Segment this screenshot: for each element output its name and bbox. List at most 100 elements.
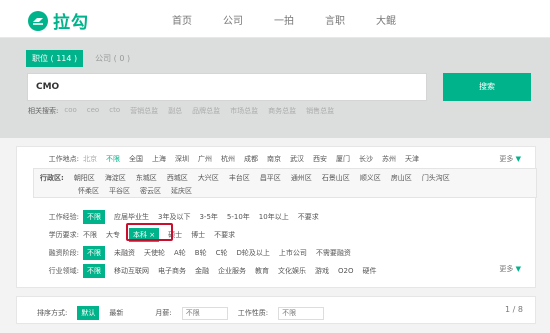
nav-companies[interactable]: 公司 (223, 12, 243, 27)
search-input[interactable]: CMO (27, 73, 427, 101)
funding-option[interactable]: C轮 (216, 248, 228, 258)
district-box: 行政区: 朝阳区 海淀区 东城区 西城区 大兴区 丰台区 昌平区 通州区 石景山… (33, 168, 537, 198)
experience-option-selected[interactable]: 不限 (83, 210, 105, 224)
district-option[interactable]: 怀柔区 (78, 186, 99, 196)
location-option[interactable]: 武汉 (290, 154, 304, 164)
district-option[interactable]: 朝阳区 (74, 173, 95, 183)
location-option[interactable]: 全国 (129, 154, 143, 164)
salary-select[interactable]: 不限 (181, 306, 228, 320)
search-button[interactable]: 搜索 (443, 73, 531, 101)
sort-label: 排序方式: (37, 309, 68, 317)
experience-option[interactable]: 10年以上 (259, 212, 289, 222)
district-option[interactable]: 密云区 (140, 186, 161, 196)
district-option[interactable]: 西城区 (167, 173, 188, 183)
district-option[interactable]: 丰台区 (229, 173, 250, 183)
experience-option[interactable]: 不要求 (298, 212, 319, 222)
location-option[interactable]: 天津 (405, 154, 419, 164)
related-tag[interactable]: cto (109, 106, 120, 116)
experience-label: 工作经验: (48, 213, 79, 221)
location-option[interactable]: 长沙 (359, 154, 373, 164)
related-tag[interactable]: coo (64, 106, 76, 116)
chevron-down-icon: ▼ (515, 155, 521, 163)
related-tag[interactable]: 副总 (168, 106, 182, 116)
experience-option[interactable]: 5-10年 (227, 212, 250, 222)
nav-yipai[interactable]: 一拍 (274, 12, 294, 27)
funding-option[interactable]: 未融资 (114, 248, 135, 258)
education-option[interactable]: 不限 (83, 230, 97, 240)
district-option[interactable]: 平谷区 (109, 186, 130, 196)
industry-option[interactable]: 电子商务 (158, 266, 186, 276)
education-option[interactable]: 博士 (191, 230, 205, 240)
related-tag[interactable]: ceo (87, 106, 99, 116)
district-option[interactable]: 石景山区 (322, 173, 350, 183)
nav-yanzhi[interactable]: 言职 (325, 12, 345, 27)
location-option[interactable]: 西安 (313, 154, 327, 164)
location-option[interactable]: 杭州 (221, 154, 235, 164)
district-option[interactable]: 房山区 (391, 173, 412, 183)
funding-option[interactable]: A轮 (174, 248, 186, 258)
related-tag[interactable]: 市场总监 (230, 106, 258, 116)
nav-home[interactable]: 首页 (172, 12, 192, 27)
tab-positions[interactable]: 职位 ( 114 ) (26, 50, 84, 67)
industry-option[interactable]: 硬件 (362, 266, 376, 276)
nature-select[interactable]: 不限 (278, 306, 325, 320)
industry-option[interactable]: 移动互联网 (114, 266, 149, 276)
industry-option[interactable]: 教育 (255, 266, 269, 276)
funding-option[interactable]: 上市公司 (279, 248, 307, 258)
brand-name: 拉勾 (53, 13, 89, 33)
more-label: 更多 (499, 155, 514, 163)
funding-option-selected[interactable]: 不限 (83, 246, 105, 260)
location-option[interactable]: 苏州 (382, 154, 396, 164)
location-more-button[interactable]: 更多 ▼ (499, 154, 521, 164)
location-option[interactable]: 不限 (106, 154, 120, 164)
district-option[interactable]: 门头沟区 (422, 173, 450, 183)
tab-companies[interactable]: 公司 ( 0 ) (89, 50, 136, 67)
industry-option[interactable]: O2O (338, 267, 353, 275)
nature-label: 工作性质: (237, 309, 269, 317)
experience-option[interactable]: 应届毕业生 (114, 212, 149, 222)
funding-option[interactable]: B轮 (195, 248, 207, 258)
education-option[interactable]: 大专 (106, 230, 120, 240)
sort-default[interactable]: 默认 (77, 306, 100, 320)
related-tag[interactable]: 销售总监 (306, 106, 334, 116)
related-searches: 相关搜索: coo ceo cto 营销总监 副总 品牌总监 市场总监 商务总监… (28, 106, 344, 116)
sort-newest[interactable]: 最新 (109, 308, 123, 318)
district-option[interactable]: 昌平区 (260, 173, 281, 183)
funding-option[interactable]: 天使轮 (144, 248, 165, 258)
funding-option[interactable]: D轮及以上 (237, 248, 270, 258)
location-option[interactable]: 厦门 (336, 154, 350, 164)
related-tag[interactable]: 品牌总监 (192, 106, 220, 116)
industry-option[interactable]: 金融 (195, 266, 209, 276)
district-option[interactable]: 大兴区 (198, 173, 219, 183)
current-city[interactable]: 北京 (83, 154, 97, 164)
lagou-logo-icon (28, 10, 48, 31)
district-option[interactable]: 通州区 (291, 173, 312, 183)
nav-dakun[interactable]: 大鲲 (376, 12, 396, 27)
funding-option[interactable]: 不需要融资 (316, 248, 351, 258)
industry-option[interactable]: 游戏 (315, 266, 329, 276)
district-option[interactable]: 海淀区 (105, 173, 126, 183)
experience-option[interactable]: 3年及以下 (158, 212, 190, 222)
location-option[interactable]: 深圳 (175, 154, 189, 164)
district-option[interactable]: 东城区 (136, 173, 157, 183)
industry-option[interactable]: 文化娱乐 (278, 266, 306, 276)
search-value: CMO (36, 82, 60, 92)
district-option[interactable]: 顺义区 (360, 173, 381, 183)
salary-label: 月薪: (155, 309, 172, 317)
education-option[interactable]: 不要求 (214, 230, 235, 240)
industry-option[interactable]: 企业服务 (218, 266, 246, 276)
district-option[interactable]: 延庆区 (171, 186, 192, 196)
more-label: 更多 (499, 265, 514, 273)
search-area: 职位 ( 114 ) 公司 ( 0 ) CMO 搜索 相关搜索: coo ceo… (0, 38, 550, 138)
industry-more-button[interactable]: 更多 ▼ (499, 264, 521, 274)
location-option[interactable]: 成都 (244, 154, 258, 164)
industry-row: 行业领域: 不限 移动互联网 电子商务 金融 企业服务 教育 文化娱乐 游戏 O… (17, 264, 385, 278)
industry-option-selected[interactable]: 不限 (83, 264, 105, 278)
location-option[interactable]: 南京 (267, 154, 281, 164)
location-option[interactable]: 上海 (152, 154, 166, 164)
location-option[interactable]: 广州 (198, 154, 212, 164)
experience-option[interactable]: 3-5年 (199, 212, 217, 222)
related-tag[interactable]: 商务总监 (268, 106, 296, 116)
logo[interactable]: 拉勾 (28, 8, 89, 33)
related-tag[interactable]: 营销总监 (130, 106, 158, 116)
